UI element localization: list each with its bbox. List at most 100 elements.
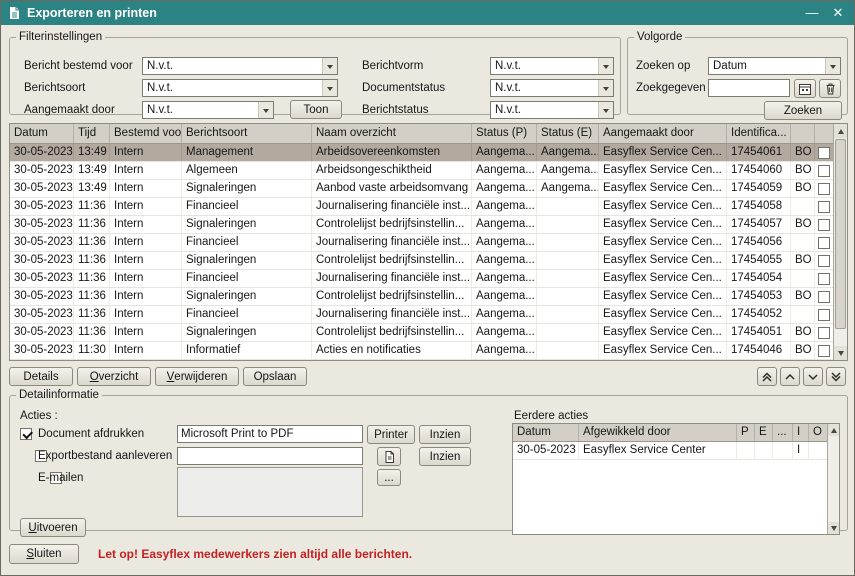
email-recipients-field[interactable]	[177, 467, 363, 517]
column-header-datum[interactable]: Datum	[10, 124, 74, 143]
row-checkbox[interactable]	[818, 345, 830, 357]
zoeken-button[interactable]: Zoeken	[764, 101, 842, 120]
scroll-top-button[interactable]	[757, 367, 777, 386]
row-checkbox[interactable]	[818, 219, 830, 231]
verwijderen-button[interactable]: Verwijderen	[155, 367, 239, 386]
table-row[interactable]: 30-05-202313:49InternAlgemeenArbeidsonge…	[10, 162, 833, 180]
cell-status_p: Aangema...	[472, 234, 537, 251]
table-row[interactable]: 30-05-202311:36InternSignaleringenContro…	[10, 324, 833, 342]
chevron-down-icon[interactable]	[258, 102, 273, 118]
table-row[interactable]: 30-05-202311:36InternFinancieelJournalis…	[10, 198, 833, 216]
eerdere-column-p[interactable]: P	[737, 424, 755, 441]
scrollbar-down-arrow[interactable]	[828, 522, 839, 534]
column-header-aangemaakt-door[interactable]: Aangemaakt door	[599, 124, 727, 143]
eerdere-column-afgewikkeld-door[interactable]: Afgewikkeld door	[579, 424, 737, 441]
cell-select	[815, 234, 833, 251]
chevron-up-icon	[784, 371, 796, 383]
row-checkbox[interactable]	[818, 273, 830, 285]
eerdere-column-datum[interactable]: Datum	[513, 424, 579, 441]
calendar-button[interactable]	[794, 79, 816, 98]
cell-status_e	[537, 234, 599, 251]
details-button[interactable]: Details	[9, 367, 73, 386]
aangemaakt-door-select[interactable]: N.v.t.	[142, 101, 274, 119]
eerdere-column-o[interactable]: O	[809, 424, 827, 441]
row-checkbox[interactable]	[818, 165, 830, 177]
table-row[interactable]: 30-05-202311:36InternSignaleringenContro…	[10, 288, 833, 306]
eerdere-column-e[interactable]: E	[755, 424, 773, 441]
documentstatus-select[interactable]: N.v.t.	[490, 79, 614, 97]
cell-soort: Algemeen	[182, 162, 312, 179]
table-row[interactable]: 30-05-202313:49InternManagementArbeidsov…	[10, 144, 833, 162]
filter-group: Filterinstellingen Bericht bestemd voor …	[9, 31, 621, 115]
eerdere-column-dots[interactable]: ...	[773, 424, 793, 441]
overzicht-button[interactable]: Overzicht	[77, 367, 151, 386]
inzien-export-button[interactable]: Inzien	[419, 447, 471, 466]
table-row[interactable]: 30-05-202311:36InternSignaleringenContro…	[10, 252, 833, 270]
berichtsoort-select[interactable]: N.v.t.	[142, 79, 338, 97]
chevron-down-icon[interactable]	[598, 80, 613, 96]
table-row[interactable]: 30-05-202311:36InternFinancieelJournalis…	[10, 234, 833, 252]
eerdere-column-i[interactable]: I	[793, 424, 809, 441]
clear-zoekgegeven-button[interactable]	[819, 79, 841, 98]
scrollbar-thumb[interactable]	[835, 139, 846, 329]
row-checkbox[interactable]	[818, 255, 830, 267]
exportbestand-field[interactable]	[177, 447, 363, 465]
cell-bo	[791, 306, 815, 323]
document-icon	[8, 6, 21, 20]
column-header-bestemd-voor[interactable]: Bestemd voor	[110, 124, 182, 143]
chevron-down-icon[interactable]	[598, 102, 613, 118]
table-row[interactable]: 30-05-202313:49InternSignaleringenAanbod…	[10, 180, 833, 198]
chevron-down-icon[interactable]	[322, 80, 337, 96]
column-header-status-p[interactable]: Status (P)	[472, 124, 537, 143]
scroll-down-button[interactable]	[803, 367, 823, 386]
table-row[interactable]: 30-05-202311:36InternFinancieelJournalis…	[10, 306, 833, 324]
close-button[interactable]: ✕	[825, 1, 851, 25]
table-row[interactable]: 30-05-202311:30InternInformatiefActies e…	[10, 342, 833, 360]
berichtstatus-select[interactable]: N.v.t.	[490, 101, 614, 119]
document-afdrukken-label: Document afdrukken	[38, 425, 144, 443]
scrollbar-down-arrow[interactable]	[834, 346, 847, 360]
email-browse-button[interactable]: ...	[377, 469, 401, 486]
row-checkbox[interactable]	[818, 147, 830, 159]
uitvoeren-button[interactable]: Uitvoeren	[20, 518, 86, 537]
zoeken-op-select[interactable]: Datum	[708, 57, 841, 75]
select-value: N.v.t.	[491, 58, 598, 74]
eerdere-table-row[interactable]: 30-05-2023Easyflex Service CenterI	[513, 442, 827, 460]
table-row[interactable]: 30-05-202311:36InternFinancieelJournalis…	[10, 270, 833, 288]
column-header-tijd[interactable]: Tijd	[74, 124, 110, 143]
document-afdrukken-checkbox[interactable]	[20, 428, 32, 440]
bericht-bestemd-voor-select[interactable]: N.v.t.	[142, 57, 338, 75]
cell-door: Easyflex Service Cen...	[599, 198, 727, 215]
row-checkbox[interactable]	[818, 291, 830, 303]
row-checkbox[interactable]	[818, 201, 830, 213]
column-header-identificatie[interactable]: Identifica...	[727, 124, 791, 143]
column-header-status-e[interactable]: Status (E)	[537, 124, 599, 143]
opslaan-button[interactable]: Opslaan	[243, 367, 307, 386]
row-checkbox[interactable]	[818, 309, 830, 321]
scroll-up-button[interactable]	[780, 367, 800, 386]
printer-name-field[interactable]	[177, 425, 363, 443]
window-title: Exporteren en printen	[27, 6, 157, 20]
scrollbar-up-arrow[interactable]	[834, 124, 847, 138]
inzien-print-button[interactable]: Inzien	[419, 425, 471, 444]
berichtvorm-select[interactable]: N.v.t.	[490, 57, 614, 75]
printer-button[interactable]: Printer	[367, 425, 415, 444]
chevron-down-icon[interactable]	[825, 58, 840, 74]
row-checkbox[interactable]	[818, 237, 830, 249]
column-header-berichtsoort[interactable]: Berichtsoort	[182, 124, 312, 143]
row-checkbox[interactable]	[818, 183, 830, 195]
zoekgegeven-input[interactable]	[708, 79, 790, 97]
chevron-down-icon[interactable]	[598, 58, 613, 74]
sluiten-button[interactable]: Sluiten	[9, 544, 79, 564]
table-scrollbar[interactable]	[833, 124, 847, 360]
scrollbar-up-arrow[interactable]	[828, 424, 839, 436]
eerdere-scrollbar[interactable]	[827, 424, 839, 534]
minimize-button[interactable]: —	[799, 1, 825, 25]
scroll-bottom-button[interactable]	[826, 367, 846, 386]
exportbestand-browse-button[interactable]	[377, 447, 401, 466]
row-checkbox[interactable]	[818, 327, 830, 339]
chevron-down-icon[interactable]	[322, 58, 337, 74]
column-header-naam-overzicht[interactable]: Naam overzicht	[312, 124, 472, 143]
table-row[interactable]: 30-05-202311:36InternSignaleringenContro…	[10, 216, 833, 234]
toon-button[interactable]: Toon	[290, 100, 342, 119]
